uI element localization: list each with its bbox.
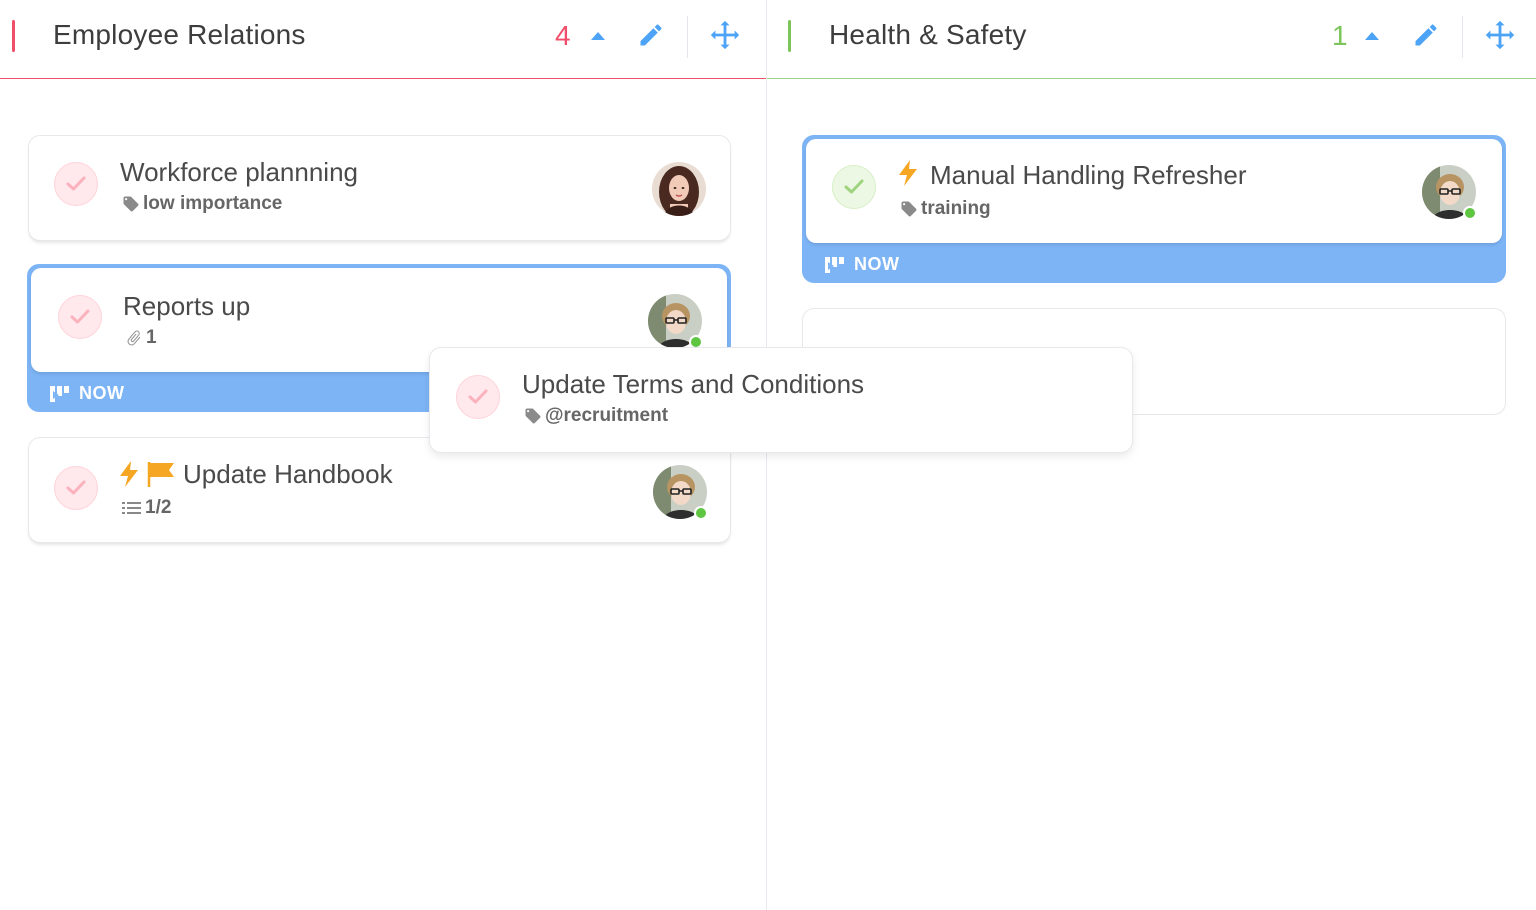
header-separator [1462, 16, 1463, 58]
tag-icon [123, 196, 139, 212]
column-employee-relations: Employee Relations 4 Workforce plannning… [0, 0, 766, 910]
kanban-icon [825, 256, 844, 273]
checklist-progress: 1/2 [122, 497, 171, 519]
pencil-icon [1412, 21, 1440, 54]
assignee-avatar[interactable] [652, 162, 706, 216]
complete-checkbox[interactable] [832, 165, 876, 209]
checkmark-icon [70, 309, 90, 324]
status-bar: NOW [824, 254, 900, 275]
move-column-button[interactable] [708, 20, 742, 54]
task-card[interactable]: Manual Handling Refresher training NOW [802, 135, 1506, 283]
column-title: Employee Relations [53, 19, 306, 50]
collapse-caret-icon[interactable] [1365, 32, 1379, 40]
column-count: 1 [1332, 20, 1348, 51]
column-header: Employee Relations 4 [0, 0, 766, 79]
status-label: NOW [79, 383, 125, 403]
column-accent-bar [12, 20, 15, 52]
task-title: Workforce plannning [120, 157, 358, 187]
tag-icon [901, 201, 917, 217]
assignee-avatar[interactable] [1422, 165, 1477, 220]
dragging-task-card[interactable]: Update Terms and Conditions @recruitment [429, 347, 1133, 453]
attachment-label: 1 [146, 327, 157, 348]
lightning-icon [120, 461, 138, 487]
move-column-button[interactable] [1483, 20, 1517, 54]
task-tag: training [900, 198, 991, 220]
tag-label: low importance [143, 193, 283, 214]
task-title: Manual Handling Refresher [930, 160, 1247, 190]
complete-checkbox[interactable] [54, 466, 98, 510]
move-arrows-icon [1483, 18, 1517, 57]
attachment-count: 1 [125, 327, 157, 349]
kanban-icon [50, 385, 69, 402]
assignee-avatar[interactable] [653, 465, 708, 520]
complete-checkbox[interactable] [54, 162, 98, 206]
collapse-caret-icon[interactable] [591, 32, 605, 40]
status-bar: NOW [49, 383, 125, 404]
column-health-safety: Health & Safety 1 Manual Handling Refres… [767, 0, 1536, 910]
checkmark-icon [468, 389, 488, 404]
task-tag: @recruitment [524, 405, 668, 427]
header-separator [687, 16, 688, 58]
complete-checkbox[interactable] [58, 295, 102, 339]
checklist-icon [122, 502, 141, 514]
status-label: NOW [854, 254, 900, 274]
edit-column-button[interactable] [1409, 20, 1443, 54]
online-status-dot [1463, 206, 1477, 220]
task-card-body [806, 139, 1502, 243]
checkmark-icon [66, 176, 86, 191]
edit-column-button[interactable] [634, 20, 668, 54]
column-header: Health & Safety 1 [767, 0, 1536, 79]
checkmark-icon [844, 179, 864, 194]
task-card[interactable]: Workforce plannning low importance [28, 135, 731, 241]
complete-checkbox[interactable] [456, 375, 500, 419]
checklist-label: 1/2 [145, 497, 172, 518]
column-count: 4 [555, 20, 571, 51]
column-accent-bar [788, 20, 791, 52]
pencil-icon [637, 21, 665, 54]
flag-icon [147, 462, 174, 487]
lightning-icon [899, 160, 917, 186]
column-header-underline [767, 78, 1536, 79]
tag-label: training [921, 198, 991, 219]
task-title: Reports up [123, 291, 251, 321]
online-status-dot [694, 506, 708, 520]
task-tag: low importance [122, 193, 282, 215]
tag-icon [525, 408, 541, 424]
column-title: Health & Safety [829, 19, 1027, 50]
paperclip-icon [127, 330, 141, 346]
column-header-underline [0, 78, 766, 79]
move-arrows-icon [708, 18, 742, 57]
assignee-avatar[interactable] [648, 294, 703, 349]
task-title: Update Handbook [183, 459, 393, 489]
checkmark-icon [66, 480, 86, 495]
task-title: Update Terms and Conditions [522, 369, 865, 399]
tag-label: @recruitment [545, 405, 669, 426]
